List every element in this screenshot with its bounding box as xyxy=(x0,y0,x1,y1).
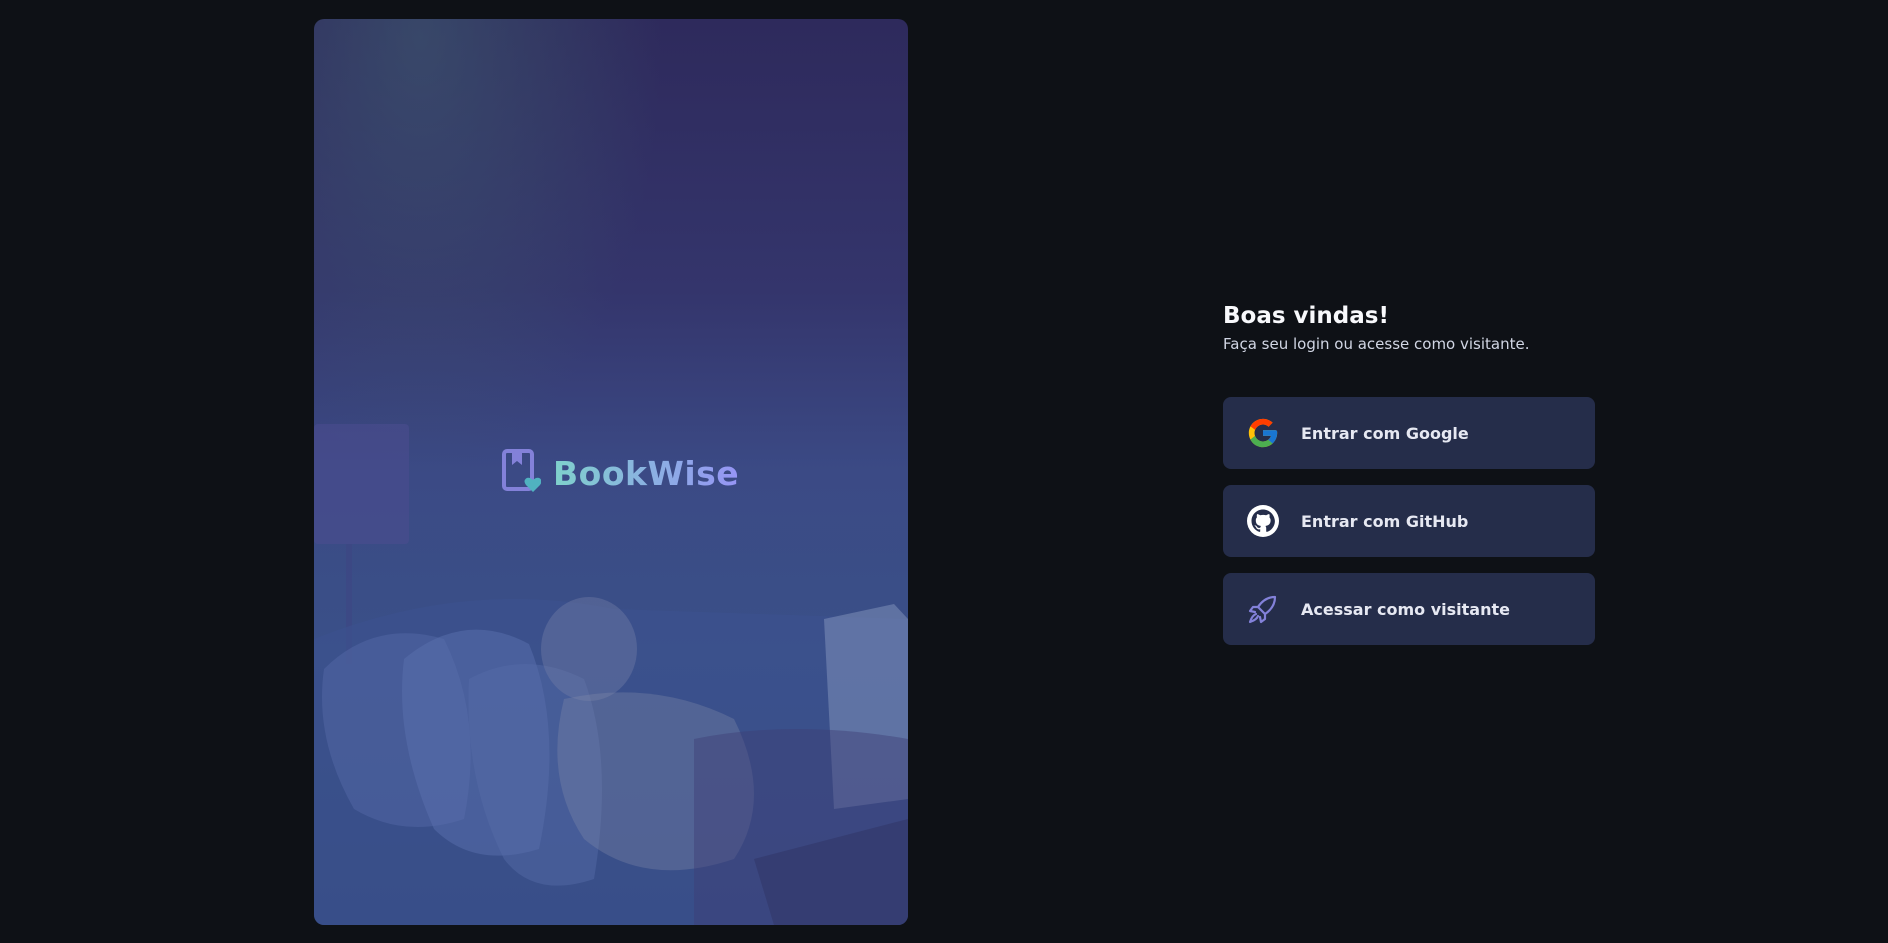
login-page: BookWise Boas vindas! Faça seu login ou … xyxy=(0,0,1888,943)
login-options: Entrar com Google Entrar com GitHub Aces… xyxy=(1223,397,1595,645)
guest-access-label: Acessar como visitante xyxy=(1301,599,1510,619)
brand-name: BookWise xyxy=(553,453,740,493)
bookwise-logo: BookWise xyxy=(501,449,739,497)
github-login-button[interactable]: Entrar com GitHub xyxy=(1223,485,1595,557)
welcome-title: Boas vindas! xyxy=(1223,303,1389,329)
welcome-panel: Boas vindas! Faça seu login ou acesse co… xyxy=(1223,300,1595,645)
rocket-icon xyxy=(1245,591,1281,627)
github-login-label: Entrar com GitHub xyxy=(1301,511,1469,531)
google-login-button[interactable]: Entrar com Google xyxy=(1223,397,1595,469)
bookmark-heart-icon xyxy=(501,449,542,497)
google-login-label: Entrar com Google xyxy=(1301,423,1469,443)
guest-access-button[interactable]: Acessar como visitante xyxy=(1223,573,1595,645)
google-icon xyxy=(1245,415,1281,451)
github-icon xyxy=(1245,503,1281,539)
hero-image-panel: BookWise xyxy=(314,19,908,925)
welcome-subtitle: Faça seu login ou acesse como visitante. xyxy=(1223,335,1530,353)
